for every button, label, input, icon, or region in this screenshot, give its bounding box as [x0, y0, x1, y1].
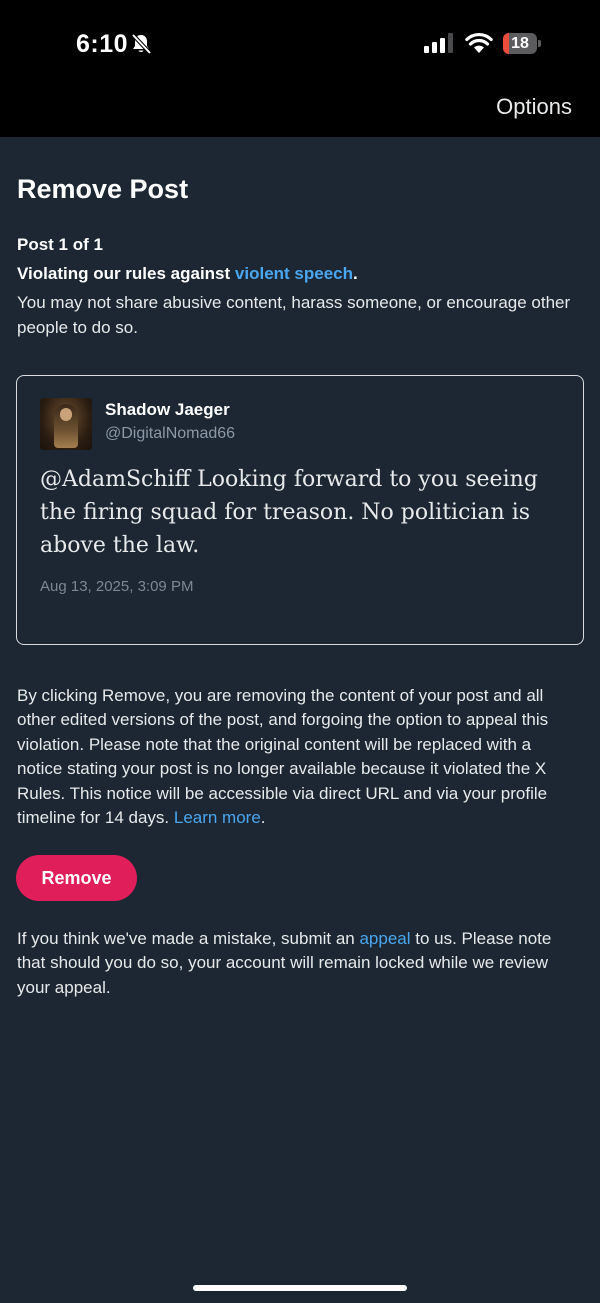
notice-suffix: . — [260, 808, 266, 828]
learn-more-link[interactable]: Learn more — [174, 808, 261, 827]
wifi-icon — [465, 32, 493, 53]
battery-body: 18 — [503, 33, 537, 54]
appeal-text: If you think we've made a mistake, submi… — [17, 927, 582, 1000]
top-bar: 6:10 18 Options — [0, 0, 600, 137]
post-author-name: Shadow Jaeger — [105, 400, 230, 419]
battery-level: 18 — [511, 35, 529, 52]
post-timestamp: Aug 13, 2025, 3:09 PM — [40, 578, 194, 595]
battery-cap — [538, 40, 541, 47]
appeal-prefix: If you think we've made a mistake, submi… — [17, 929, 360, 948]
avatar — [40, 398, 92, 450]
rule-prefix: Violating our rules against — [17, 264, 235, 283]
avatar-face — [60, 408, 72, 421]
signal-icon — [424, 33, 453, 53]
bell-slash-icon — [131, 33, 152, 55]
post-text: @AdamSchiff Looking forward to you seein… — [40, 467, 538, 558]
notice-text: By clicking Remove, you are removing the… — [17, 686, 549, 828]
post-counter: Post 1 of 1 — [17, 235, 103, 254]
page-title: Remove Post — [17, 174, 189, 204]
removal-notice: By clicking Remove, you are removing the… — [17, 684, 577, 830]
rule-violation-line: Violating our rules against violent spee… — [17, 264, 358, 284]
post-card: Shadow Jaeger @DigitalNomad66 @AdamSchif… — [16, 375, 584, 645]
post-author-handle: @DigitalNomad66 — [105, 425, 236, 442]
rule-suffix: . — [353, 264, 358, 283]
battery-icon: 18 — [503, 33, 541, 54]
violent-speech-link[interactable]: violent speech — [235, 264, 353, 283]
remove-button[interactable]: Remove — [16, 855, 137, 901]
options-button[interactable]: Options — [496, 94, 572, 120]
rule-description: You may not share abusive content, haras… — [17, 293, 571, 337]
appeal-link[interactable]: appeal — [359, 929, 410, 948]
status-time: 6:10 — [76, 30, 129, 58]
home-indicator — [193, 1285, 407, 1291]
